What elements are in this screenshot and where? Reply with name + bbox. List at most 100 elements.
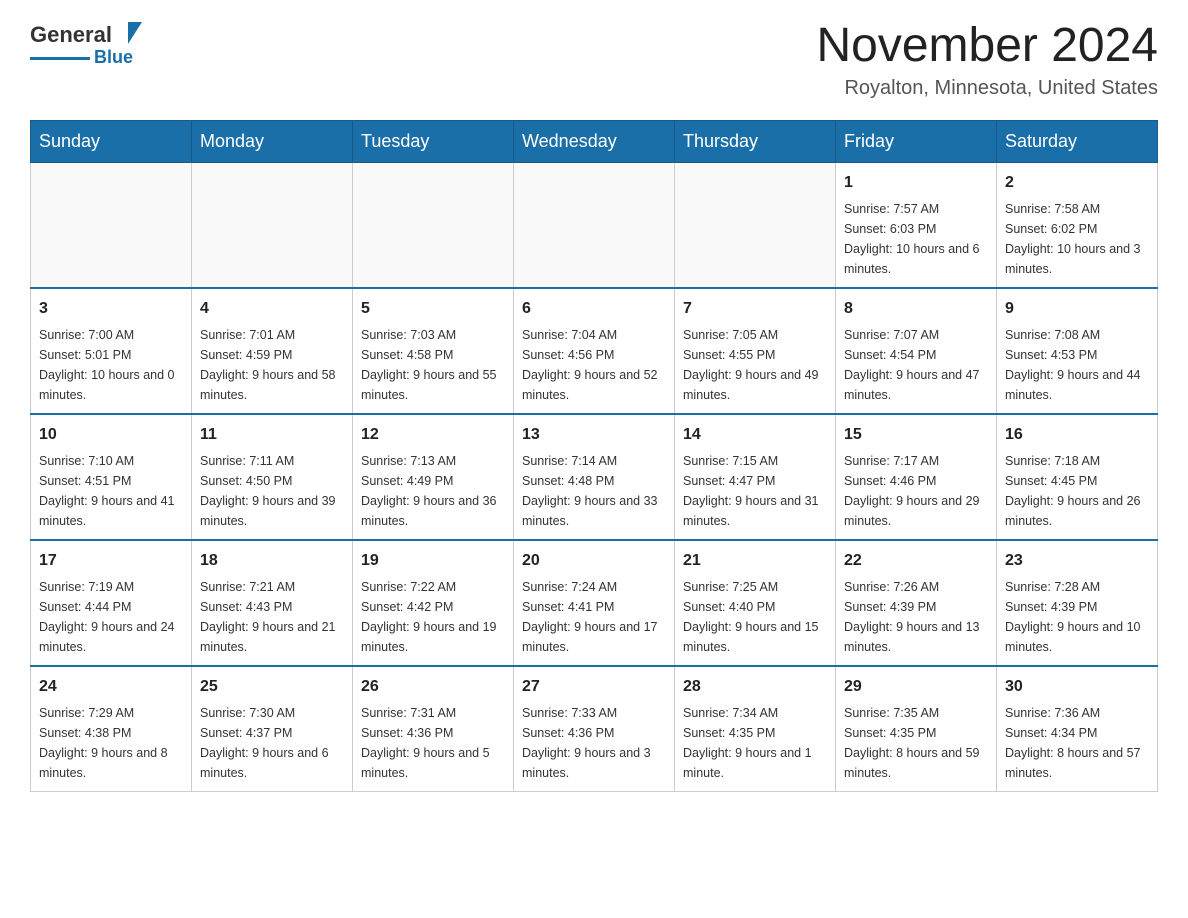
day-info: Sunrise: 7:26 AMSunset: 4:39 PMDaylight:… [844, 577, 988, 657]
day-info: Sunrise: 7:33 AMSunset: 4:36 PMDaylight:… [522, 703, 666, 783]
calendar-header-row: Sunday Monday Tuesday Wednesday Thursday… [31, 120, 1158, 162]
col-wednesday: Wednesday [514, 120, 675, 162]
day-number: 28 [683, 675, 827, 699]
day-info: Sunrise: 7:57 AMSunset: 6:03 PMDaylight:… [844, 199, 988, 279]
title-area: November 2024 Royalton, Minnesota, Unite… [816, 20, 1158, 100]
calendar-cell: 13 Sunrise: 7:14 AMSunset: 4:48 PMDayligh… [514, 414, 675, 540]
calendar-cell: 17Sunrise: 7:19 AMSunset: 4:44 PMDayligh… [31, 540, 192, 666]
logo: General Blue [30, 20, 142, 68]
calendar-cell: 22 Sunrise: 7:26 AMSunset: 4:39 PMDayligh… [836, 540, 997, 666]
calendar-cell: 2 Sunrise: 7:58 AMSunset: 6:02 PMDaylight… [997, 162, 1158, 288]
calendar-cell: 16Sunrise: 7:18 AMSunset: 4:45 PMDayligh… [997, 414, 1158, 540]
calendar-week-4: 17Sunrise: 7:19 AMSunset: 4:44 PMDayligh… [31, 540, 1158, 666]
logo-blue: Blue [94, 47, 133, 68]
calendar-cell: 24 Sunrise: 7:29 AMSunset: 4:38 PMDayligh… [31, 666, 192, 792]
day-info: Sunrise: 7:05 AMSunset: 4:55 PMDaylight:… [683, 325, 827, 405]
day-number: 11 [200, 423, 344, 447]
calendar-cell: 21 Sunrise: 7:25 AMSunset: 4:40 PMDayligh… [675, 540, 836, 666]
day-info: Sunrise: 7:58 AMSunset: 6:02 PMDaylight:… [1005, 199, 1149, 279]
day-number: 7 [683, 297, 827, 321]
calendar-cell: 14Sunrise: 7:15 AMSunset: 4:47 PMDayligh… [675, 414, 836, 540]
day-number: 8 [844, 297, 988, 321]
calendar-cell: 1 Sunrise: 7:57 AMSunset: 6:03 PMDaylight… [836, 162, 997, 288]
day-number: 19 [361, 549, 505, 573]
day-number: 25 [200, 675, 344, 699]
calendar-week-2: 3 Sunrise: 7:00 AMSunset: 5:01 PMDaylight… [31, 288, 1158, 414]
day-info: Sunrise: 7:22 AMSunset: 4:42 PMDaylight:… [361, 577, 505, 657]
day-info: Sunrise: 7:08 AMSunset: 4:53 PMDaylight:… [1005, 325, 1149, 405]
day-number: 30 [1005, 675, 1149, 699]
calendar-cell: 3 Sunrise: 7:00 AMSunset: 5:01 PMDaylight… [31, 288, 192, 414]
calendar-cell: 26Sunrise: 7:31 AMSunset: 4:36 PMDayligh… [353, 666, 514, 792]
day-number: 15 [844, 423, 988, 447]
day-number: 6 [522, 297, 666, 321]
day-number: 12 [361, 423, 505, 447]
calendar-cell: 18 Sunrise: 7:21 AMSunset: 4:43 PMDayligh… [192, 540, 353, 666]
day-info: Sunrise: 7:10 AMSunset: 4:51 PMDaylight:… [39, 451, 183, 531]
day-number: 13 [522, 423, 666, 447]
day-number: 18 [200, 549, 344, 573]
calendar-cell: 20 Sunrise: 7:24 AMSunset: 4:41 PMDayligh… [514, 540, 675, 666]
day-number: 21 [683, 549, 827, 573]
calendar-cell: 19 Sunrise: 7:22 AMSunset: 4:42 PMDayligh… [353, 540, 514, 666]
day-info: Sunrise: 7:34 AMSunset: 4:35 PMDaylight:… [683, 703, 827, 783]
day-number: 29 [844, 675, 988, 699]
day-number: 22 [844, 549, 988, 573]
day-number: 5 [361, 297, 505, 321]
day-number: 17 [39, 549, 183, 573]
day-info: Sunrise: 7:24 AMSunset: 4:41 PMDaylight:… [522, 577, 666, 657]
calendar-cell: 23Sunrise: 7:28 AMSunset: 4:39 PMDayligh… [997, 540, 1158, 666]
day-info: Sunrise: 7:17 AMSunset: 4:46 PMDaylight:… [844, 451, 988, 531]
day-info: Sunrise: 7:07 AMSunset: 4:54 PMDaylight:… [844, 325, 988, 405]
col-thursday: Thursday [675, 120, 836, 162]
main-title: November 2024 [816, 20, 1158, 73]
day-info: Sunrise: 7:25 AMSunset: 4:40 PMDaylight:… [683, 577, 827, 657]
calendar-cell: 29 Sunrise: 7:35 AMSunset: 4:35 PMDayligh… [836, 666, 997, 792]
day-info: Sunrise: 7:14 AMSunset: 4:48 PMDaylight:… [522, 451, 666, 531]
day-number: 20 [522, 549, 666, 573]
calendar-cell: 4Sunrise: 7:01 AMSunset: 4:59 PMDaylight… [192, 288, 353, 414]
col-sunday: Sunday [31, 120, 192, 162]
day-info: Sunrise: 7:30 AMSunset: 4:37 PMDaylight:… [200, 703, 344, 783]
day-info: Sunrise: 7:35 AMSunset: 4:35 PMDaylight:… [844, 703, 988, 783]
calendar-cell [675, 162, 836, 288]
day-info: Sunrise: 7:21 AMSunset: 4:43 PMDaylight:… [200, 577, 344, 657]
calendar-cell: 11 Sunrise: 7:11 AMSunset: 4:50 PMDayligh… [192, 414, 353, 540]
day-info: Sunrise: 7:18 AMSunset: 4:45 PMDaylight:… [1005, 451, 1149, 531]
calendar-cell: 8 Sunrise: 7:07 AMSunset: 4:54 PMDaylight… [836, 288, 997, 414]
calendar-cell: 6Sunrise: 7:04 AMSunset: 4:56 PMDaylight… [514, 288, 675, 414]
calendar-table: Sunday Monday Tuesday Wednesday Thursday… [30, 120, 1158, 792]
day-number: 3 [39, 297, 183, 321]
calendar-week-3: 10 Sunrise: 7:10 AMSunset: 4:51 PMDayligh… [31, 414, 1158, 540]
day-info: Sunrise: 7:29 AMSunset: 4:38 PMDaylight:… [39, 703, 183, 783]
day-info: Sunrise: 7:13 AMSunset: 4:49 PMDaylight:… [361, 451, 505, 531]
day-info: Sunrise: 7:00 AMSunset: 5:01 PMDaylight:… [39, 325, 183, 405]
col-monday: Monday [192, 120, 353, 162]
day-info: Sunrise: 7:11 AMSunset: 4:50 PMDaylight:… [200, 451, 344, 531]
col-friday: Friday [836, 120, 997, 162]
subtitle: Royalton, Minnesota, United States [816, 77, 1158, 100]
page-header: General Blue November 2024 Royalton, Min… [30, 20, 1158, 100]
calendar-cell: 30 Sunrise: 7:36 AMSunset: 4:34 PMDayligh… [997, 666, 1158, 792]
day-info: Sunrise: 7:28 AMSunset: 4:39 PMDaylight:… [1005, 577, 1149, 657]
day-number: 27 [522, 675, 666, 699]
day-info: Sunrise: 7:31 AMSunset: 4:36 PMDaylight:… [361, 703, 505, 783]
day-info: Sunrise: 7:03 AMSunset: 4:58 PMDaylight:… [361, 325, 505, 405]
day-info: Sunrise: 7:36 AMSunset: 4:34 PMDaylight:… [1005, 703, 1149, 783]
day-number: 14 [683, 423, 827, 447]
day-number: 9 [1005, 297, 1149, 321]
day-info: Sunrise: 7:01 AMSunset: 4:59 PMDaylight:… [200, 325, 344, 405]
day-number: 2 [1005, 171, 1149, 195]
calendar-cell: 10 Sunrise: 7:10 AMSunset: 4:51 PMDayligh… [31, 414, 192, 540]
logo-arrow-icon [114, 22, 142, 44]
calendar-cell: 12 Sunrise: 7:13 AMSunset: 4:49 PMDayligh… [353, 414, 514, 540]
day-number: 24 [39, 675, 183, 699]
day-number: 1 [844, 171, 988, 195]
logo-line [30, 57, 90, 60]
day-number: 10 [39, 423, 183, 447]
calendar-cell: 5 Sunrise: 7:03 AMSunset: 4:58 PMDaylight… [353, 288, 514, 414]
col-saturday: Saturday [997, 120, 1158, 162]
calendar-cell: 9 Sunrise: 7:08 AMSunset: 4:53 PMDaylight… [997, 288, 1158, 414]
calendar-week-5: 24 Sunrise: 7:29 AMSunset: 4:38 PMDayligh… [31, 666, 1158, 792]
calendar-cell: 27 Sunrise: 7:33 AMSunset: 4:36 PMDayligh… [514, 666, 675, 792]
